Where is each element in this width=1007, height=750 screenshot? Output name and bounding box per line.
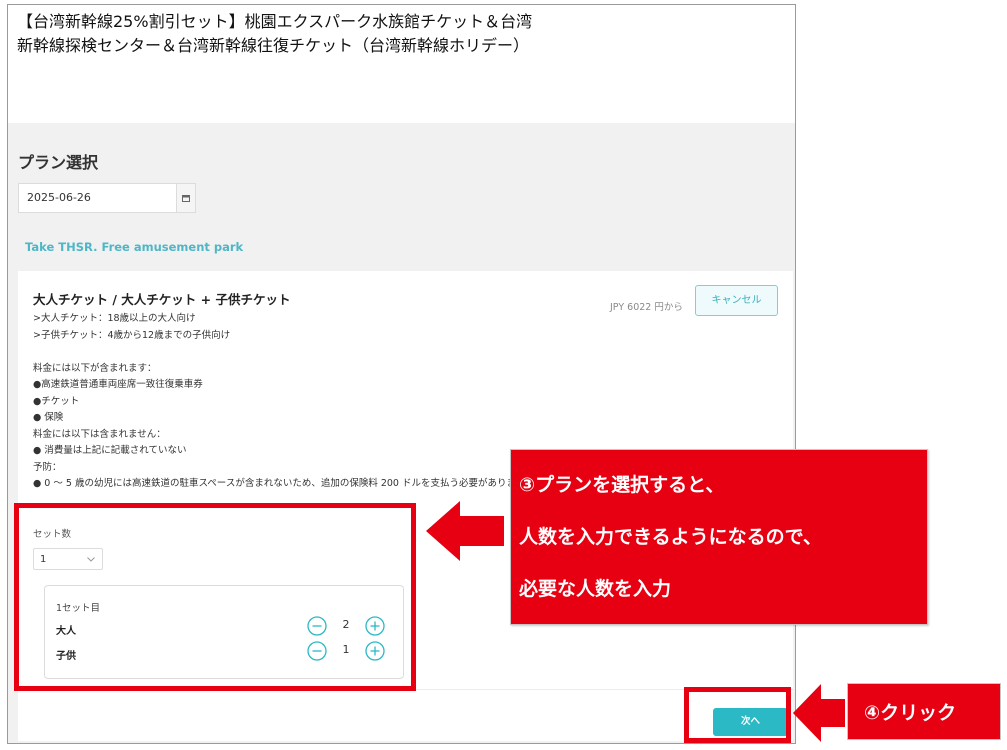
desc-line: ● 消費量は上記に記載されていない [33,445,187,456]
callout-instructions: ③プランを選択すると、 人数を入力できるようになるので、 必要な人数を入力 [510,449,928,625]
desc-line: ●高速鉄道普通車両座席一致往復乗車券 [33,379,203,390]
package-tag[interactable]: Take THSR. Free amusement park [25,240,243,254]
plan-selection-heading: プラン選択 [18,153,99,172]
desc-line: 料金には以下が含まれます： [33,362,157,374]
date-picker[interactable]: 2025-06-26 [18,183,196,213]
callout-line: 人数を入力できるようになるので、 [519,526,822,548]
desc-line: 料金には以下は含まれません： [33,428,166,440]
cancel-button[interactable]: キャンセル [695,285,778,316]
desc-line: >大人チケット：18歳以上の大人向け [33,313,196,324]
desc-blank-line [33,344,553,361]
highlight-next [684,687,791,743]
arrow-left-icon [426,501,504,561]
date-value[interactable]: 2025-06-26 [27,191,91,204]
desc-line: 予防： [33,461,62,473]
callout-line: 必要な人数を入力 [519,578,672,600]
plan-name: 大人チケット / 大人チケット + 子供チケット [33,292,291,307]
plan-price: JPY 6022 円から [610,302,683,313]
plan-description: >大人チケット：18歳以上の大人向け >子供チケット：4歳から12歳までの子供向… [33,311,553,493]
desc-line: >子供チケット：4歳から12歳までの子供向け [33,329,231,341]
callout-click: ④クリック [847,683,1001,740]
highlight-sets [14,503,416,691]
desc-line: ● 保険 [33,412,64,423]
desc-line: ● 0 〜 5 歳の幼児には高速鉄道の駐車スペースが含まれないため、追加の保険料… [33,478,526,489]
calendar-icon[interactable] [176,184,195,212]
callout-line: ③プランを選択すると、 [519,474,725,496]
desc-line: ●チケット [33,395,80,407]
arrow-left-icon [793,684,845,742]
product-title: 【台湾新幹線25%割引セット】桃園エクスパーク水族館チケット＆台湾新幹線探検セン… [17,12,533,55]
callout-click-label: ④クリック [864,702,957,724]
